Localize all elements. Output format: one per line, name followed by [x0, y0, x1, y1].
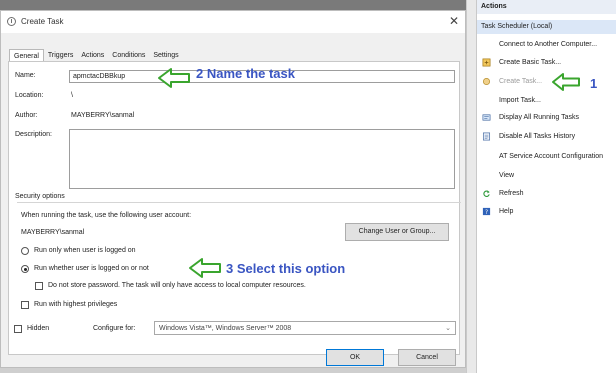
- action-connect-label: Connect to Another Computer...: [499, 41, 598, 48]
- ok-button[interactable]: OK: [326, 349, 384, 366]
- radio-whether-logged-on[interactable]: [21, 265, 29, 273]
- action-help-label: Help: [499, 208, 514, 215]
- action-refresh[interactable]: Refresh: [477, 187, 616, 201]
- background-bottom-strip: [0, 368, 477, 373]
- hidden-checkbox[interactable]: [14, 325, 22, 333]
- highest-privileges-checkbox[interactable]: [21, 301, 29, 309]
- general-tab-panel: Name: apmctacDBBkup Location: \ Author: …: [8, 61, 461, 355]
- action-at-service[interactable]: AT Service Account Configuration: [477, 150, 616, 164]
- author-label: Author:: [15, 112, 38, 119]
- actions-section-task-scheduler[interactable]: Task Scheduler (Local): [477, 20, 616, 34]
- action-refresh-label: Refresh: [499, 190, 524, 197]
- svg-text:?: ?: [485, 210, 488, 216]
- security-group-divider: [17, 202, 461, 203]
- account-value: MAYBERRY\sanmal: [21, 229, 85, 236]
- action-display-running-label: Display All Running Tasks: [499, 114, 580, 121]
- action-connect[interactable]: Connect to Another Computer...: [477, 38, 616, 52]
- action-disable-history-label: Disable All Tasks History: [499, 133, 576, 140]
- annotation-step-2: 2 Name the task: [196, 66, 295, 81]
- action-display-running[interactable]: Display All Running Tasks: [477, 111, 616, 125]
- action-create-basic-task[interactable]: Create Basic Task...: [477, 56, 616, 70]
- action-view-label: View: [499, 172, 515, 179]
- create-task-dialog: Create Task ✕ General Triggers Actions C…: [0, 10, 466, 368]
- no-store-password-checkbox[interactable]: [35, 282, 43, 290]
- refresh-icon: [483, 190, 490, 197]
- clock-icon: [7, 17, 16, 26]
- running-tasks-icon: [482, 114, 491, 121]
- action-help[interactable]: ? Help: [477, 205, 616, 219]
- no-store-password-label: Do not store password. The task will onl…: [48, 282, 306, 289]
- basic-task-icon: [482, 58, 491, 67]
- author-value: MAYBERRY\sanmal: [71, 112, 135, 119]
- annotation-step-3: 3 Select this option: [226, 261, 346, 276]
- title-bar: Create Task ✕: [1, 11, 465, 33]
- help-icon: ?: [482, 207, 491, 216]
- radio-logged-on[interactable]: [21, 247, 29, 255]
- arrow-left-icon: [552, 73, 580, 91]
- history-icon: [482, 132, 491, 141]
- cancel-button[interactable]: Cancel: [398, 349, 456, 366]
- name-label: Name:: [15, 72, 36, 79]
- background-strip: [0, 0, 477, 10]
- action-import-task[interactable]: Import Task...: [477, 94, 616, 108]
- dialog-title: Create Task: [21, 17, 64, 26]
- change-user-button[interactable]: Change User or Group...: [345, 223, 449, 241]
- description-label: Description:: [15, 131, 52, 138]
- highest-privileges-label: Run with highest privileges: [34, 301, 118, 308]
- actions-pane: Actions Task Scheduler (Local) Connect t…: [477, 0, 616, 373]
- description-input[interactable]: [69, 129, 455, 189]
- action-at-service-label: AT Service Account Configuration: [499, 153, 604, 160]
- radio-whether-logged-on-label: Run whether user is logged on or not: [34, 265, 149, 272]
- action-create-task-label: Create Task...: [499, 78, 543, 85]
- configure-for-label: Configure for:: [93, 325, 136, 332]
- actions-header: Actions: [477, 0, 616, 14]
- configure-for-value: Windows Vista™, Windows Server™ 2008: [159, 325, 292, 332]
- task-name-value: apmctacDBBkup: [73, 73, 126, 80]
- configure-for-select[interactable]: Windows Vista™, Windows Server™ 2008 ⌄: [154, 321, 456, 335]
- chevron-down-icon: ⌄: [445, 325, 451, 332]
- account-prompt: When running the task, use the following…: [21, 212, 192, 219]
- action-create-basic-task-label: Create Basic Task...: [499, 59, 562, 66]
- close-icon[interactable]: ✕: [449, 14, 459, 28]
- action-disable-history[interactable]: Disable All Tasks History: [477, 130, 616, 144]
- location-value: \: [71, 92, 73, 99]
- create-task-icon: [482, 77, 491, 86]
- annotation-step-1: 1: [590, 76, 598, 91]
- location-label: Location:: [15, 92, 44, 99]
- radio-logged-on-label: Run only when user is logged on: [34, 247, 136, 254]
- arrow-left-icon: [158, 68, 190, 88]
- security-options-label: Security options: [15, 193, 65, 200]
- arrow-left-icon: [189, 258, 221, 278]
- action-view[interactable]: View: [477, 169, 616, 183]
- hidden-label: Hidden: [27, 325, 50, 332]
- action-import-task-label: Import Task...: [499, 97, 541, 104]
- pane-splitter[interactable]: [466, 0, 477, 373]
